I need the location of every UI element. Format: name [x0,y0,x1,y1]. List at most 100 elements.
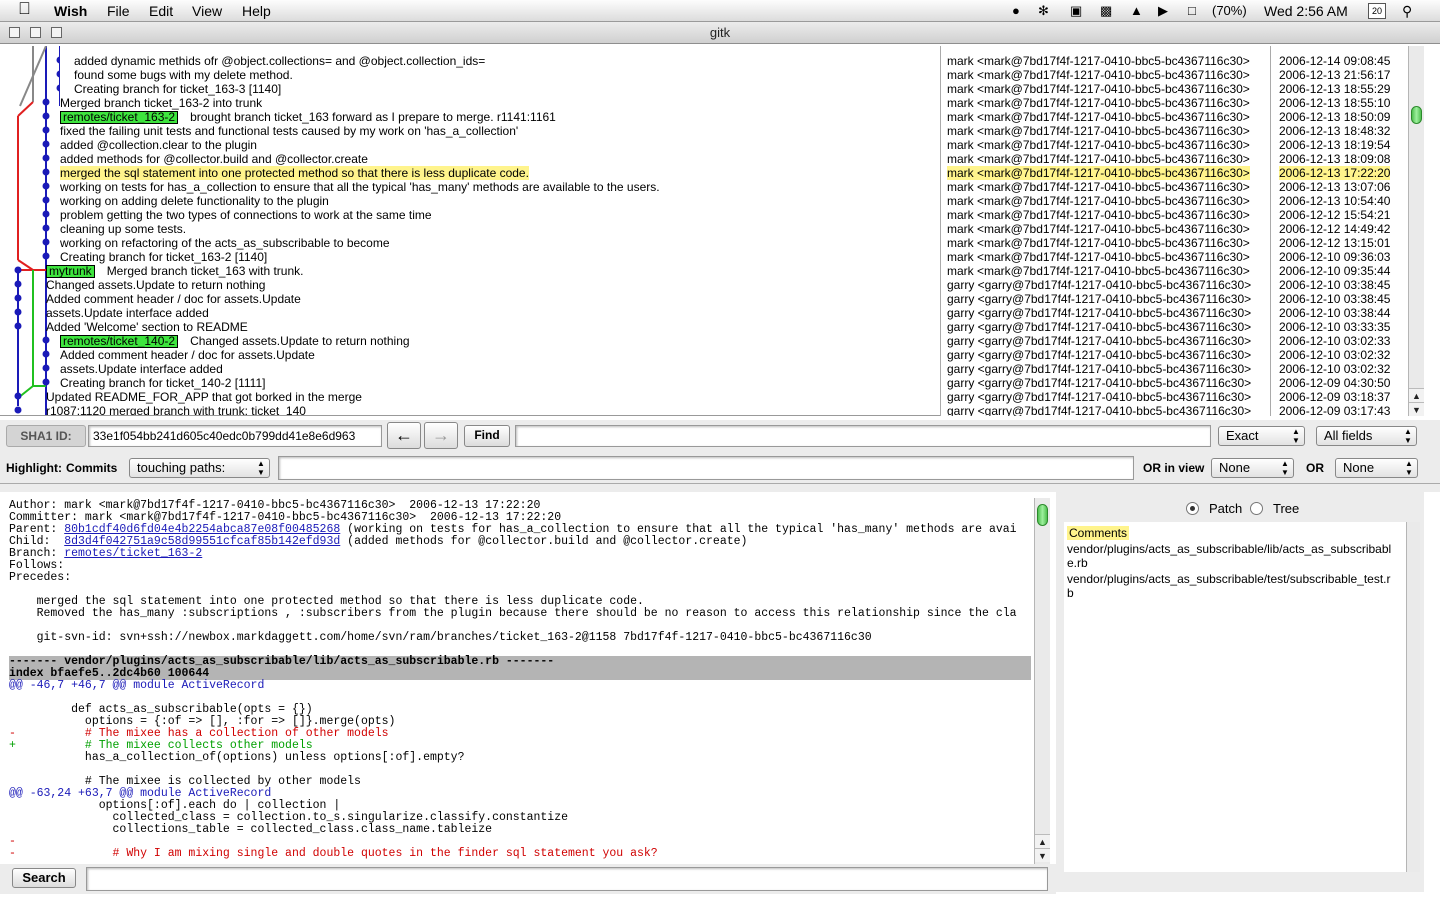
file-item-wrap[interactable]: b [1067,586,1074,600]
commit-date[interactable]: 2006-12-09 03:18:37 [1279,390,1390,404]
commit-date[interactable]: 2006-12-13 18:19:54 [1279,138,1390,152]
commit-author[interactable]: mark <mark@7bd17f4f-1217-0410-bbc5-bc436… [947,138,1250,152]
calendar-icon[interactable]: 20 [1368,3,1386,19]
commit-author[interactable]: garry <garry@7bd17f4f-1217-0410-bbc5-bc4… [947,348,1251,362]
find-input[interactable] [515,425,1211,447]
commit-graph-pane[interactable]: added dynamic methids ofr @object.collec… [0,46,940,416]
commit-row[interactable]: added dynamic methids ofr @object.collec… [74,54,485,68]
battery-icon[interactable]: □ [1188,2,1196,20]
details-scroll-thumb[interactable] [1037,504,1048,526]
commit-node[interactable] [42,336,50,344]
commit-author[interactable]: garry <garry@7bd17f4f-1217-0410-bbc5-bc4… [947,390,1251,404]
commit-message[interactable]: Creating branch for ticket_163-3 [1140] [74,82,281,96]
scroll-up-arrow[interactable]: ▲ [1409,388,1424,402]
find-button[interactable]: Find [464,425,510,447]
changed-files-list[interactable]: Comments vendor/plugins/acts_as_subscrib… [1064,522,1406,872]
commit-message[interactable]: added dynamic methids ofr @object.collec… [74,54,485,68]
menu-edit[interactable]: Edit [149,2,173,20]
commit-row[interactable]: mytrunk Merged branch ticket_163 with tru… [46,264,303,278]
highlight-input[interactable] [278,456,1134,480]
commit-author[interactable]: mark <mark@7bd17f4f-1217-0410-bbc5-bc436… [947,250,1250,264]
commit-node[interactable] [42,154,50,162]
commit-date[interactable]: 2006-12-09 04:30:50 [1279,376,1390,390]
commit-message[interactable]: working on adding delete functionality t… [60,194,329,208]
battery-percent[interactable]: (70%) [1212,2,1247,20]
commit-message[interactable]: fixed the failing unit tests and functio… [60,124,518,138]
date-column[interactable]: 2006-12-14 09:08:45 2006-12-13 21:56:17 20… [1270,46,1408,416]
commit-row[interactable]: working on adding delete functionality t… [60,194,329,208]
search-button[interactable]: Search [12,868,76,888]
commit-row[interactable]: Updated README_FOR_APP that got borked i… [46,390,362,404]
commit-row[interactable]: r1087:1120 merged branch with trunk: tic… [46,404,306,415]
commit-message[interactable]: Updated README_FOR_APP that got borked i… [46,390,362,404]
commit-row[interactable]: assets.Update interface added [46,306,209,320]
commit-author[interactable]: mark <mark@7bd17f4f-1217-0410-bbc5-bc436… [947,166,1250,180]
message-icon[interactable]: ▣ [1070,2,1082,20]
commit-row[interactable]: assets.Update interface added [60,362,223,376]
commit-date[interactable]: 2006-12-14 09:08:45 [1279,54,1390,68]
commit-row[interactable]: merged the sql statement into one protec… [60,166,529,180]
commit-node[interactable] [42,168,50,176]
sha-input[interactable]: 33e1f054bb241d605c40edc0b799dd41e8e6d963 [88,425,382,447]
commit-node[interactable] [14,308,22,316]
scroll-up-arrow[interactable]: ▲ [1035,834,1050,848]
commit-list-scroll-thumb[interactable] [1411,106,1422,124]
commit-node[interactable] [42,378,50,386]
search-input[interactable] [86,867,1048,891]
commit-message[interactable]: Merged branch ticket_163 with trunk. [107,264,304,278]
commit-date[interactable]: 2006-12-10 03:38:44 [1279,306,1390,320]
commit-date[interactable]: 2006-12-10 03:02:32 [1279,348,1390,362]
file-item[interactable]: vendor/plugins/acts_as_subscribable/lib/… [1067,542,1391,556]
commit-node[interactable] [42,364,50,372]
commit-node[interactable] [42,252,50,260]
commit-row[interactable]: found some bugs with my delete method. [74,68,293,82]
commit-date[interactable]: 2006-12-12 15:54:21 [1279,208,1390,222]
commit-node[interactable] [14,322,22,330]
commit-author[interactable]: mark <mark@7bd17f4f-1217-0410-bbc5-bc436… [947,194,1250,208]
commit-node[interactable] [42,126,50,134]
commit-message[interactable]: problem getting the two types of connect… [60,208,432,222]
commit-row[interactable]: Changed assets.Update to return nothing [46,278,265,292]
commit-date[interactable]: 2006-12-09 03:17:43 [1279,404,1390,416]
commit-node[interactable] [42,112,50,120]
commit-row[interactable]: remotes/ticket_163-2 brought branch ticke… [60,110,556,124]
commit-message[interactable]: found some bugs with my delete method. [74,68,293,82]
find-mode-select[interactable]: Exact ▲ ▼ [1218,426,1305,446]
apple-icon[interactable]:  [18,0,31,18]
commit-author[interactable]: mark <mark@7bd17f4f-1217-0410-bbc5-bc436… [947,208,1250,222]
commit-date[interactable]: 2006-12-12 13:15:01 [1279,236,1390,250]
commit-author[interactable]: mark <mark@7bd17f4f-1217-0410-bbc5-bc436… [947,124,1250,138]
commit-row[interactable]: Added 'Welcome' section to README [46,320,248,334]
commit-author[interactable]: garry <garry@7bd17f4f-1217-0410-bbc5-bc4… [947,376,1251,390]
menu-file[interactable]: File [107,2,130,20]
commit-message[interactable]: added methods for @collector.build and @… [60,152,368,166]
commit-date[interactable]: 2006-12-13 18:55:29 [1279,82,1390,96]
commit-node[interactable] [42,140,50,148]
commit-author[interactable]: mark <mark@7bd17f4f-1217-0410-bbc5-bc436… [947,222,1250,236]
commit-node[interactable] [42,98,50,106]
tree-radio[interactable] [1250,502,1263,515]
branch-link[interactable]: remotes/ticket_163-2 [64,547,202,560]
status-alien-icon[interactable]: ● [1012,2,1020,20]
commit-row[interactable]: Creating branch for ticket_163-3 [1140] [74,82,281,96]
commit-node[interactable] [56,56,61,64]
commit-node[interactable] [56,70,61,78]
commit-date[interactable]: 2006-12-13 21:56:17 [1279,68,1390,82]
commit-row[interactable]: fixed the failing unit tests and functio… [60,124,518,138]
scroll-down-arrow[interactable]: ▼ [1409,402,1424,416]
commit-author[interactable]: garry <garry@7bd17f4f-1217-0410-bbc5-bc4… [947,404,1251,416]
commit-row[interactable]: added methods for @collector.build and @… [60,152,368,166]
commit-author[interactable]: mark <mark@7bd17f4f-1217-0410-bbc5-bc436… [947,54,1250,68]
highlight-paths-select[interactable]: touching paths: ▲ ▼ [129,458,270,478]
commit-author[interactable]: mark <mark@7bd17f4f-1217-0410-bbc5-bc436… [947,152,1250,166]
commit-row[interactable]: working on refactoring of the acts_as_su… [60,236,390,250]
commit-message[interactable]: assets.Update interface added [46,306,209,320]
comments-item[interactable]: Comments [1067,526,1130,540]
commit-date[interactable]: 2006-12-10 03:38:45 [1279,278,1390,292]
commit-row[interactable]: Merged branch ticket_163-2 into trunk [60,96,262,110]
pane-splitter[interactable] [0,484,1440,492]
file-list-scrollbar[interactable] [1406,522,1420,872]
commit-date[interactable]: 2006-12-10 03:02:33 [1279,334,1390,348]
commit-author[interactable]: mark <mark@7bd17f4f-1217-0410-bbc5-bc436… [947,68,1250,82]
commit-date[interactable]: 2006-12-10 03:38:45 [1279,292,1390,306]
